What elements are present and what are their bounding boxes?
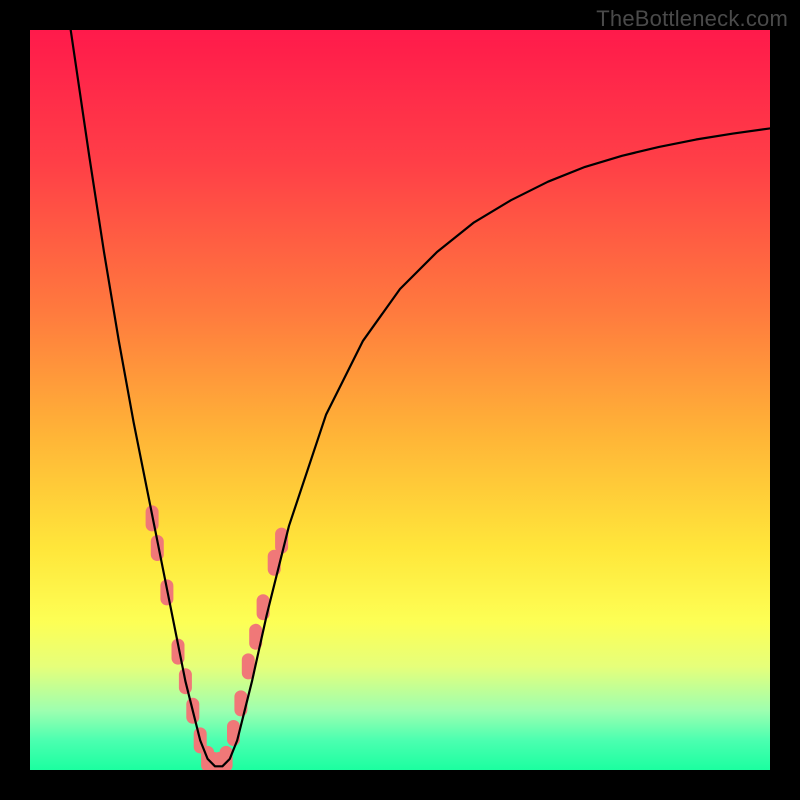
curve-layer: [30, 30, 770, 770]
chart-frame: TheBottleneck.com: [0, 0, 800, 800]
curve-markers: [146, 505, 289, 770]
plot-area: [30, 30, 770, 770]
watermark-text: TheBottleneck.com: [596, 6, 788, 32]
